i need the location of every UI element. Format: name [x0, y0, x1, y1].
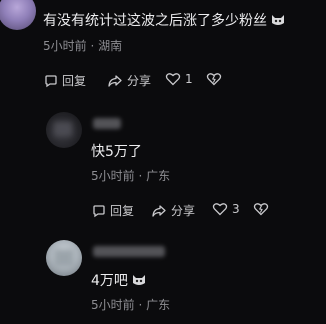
username-redacted	[93, 118, 121, 129]
comment-meta: 5小时前 · 广东	[91, 298, 171, 312]
avatar[interactable]	[0, 0, 36, 30]
cat-emoji-icon	[272, 15, 284, 25]
reply-icon	[45, 74, 57, 87]
share-icon	[152, 204, 166, 217]
share-icon	[108, 74, 122, 87]
dislike-button[interactable]	[206, 72, 226, 86]
comment-text: 快5万了	[91, 144, 142, 160]
dislike-button[interactable]	[253, 202, 273, 216]
share-button[interactable]: 分享	[107, 72, 151, 89]
heart-icon	[212, 203, 228, 216]
username-redacted	[93, 246, 165, 257]
share-button[interactable]: 分享	[151, 202, 195, 219]
comment-text: 有没有统计过这波之后涨了多少粉丝	[43, 12, 286, 30]
dislike-heart-icon	[206, 73, 222, 86]
comment-meta: 5小时前 · 广东	[91, 169, 171, 183]
like-button[interactable]: 3	[212, 202, 240, 216]
like-button[interactable]: 1	[165, 72, 193, 86]
avatar[interactable]	[46, 240, 82, 276]
comment-meta: 5小时前 · 湖南	[43, 39, 123, 53]
like-count: 3	[232, 202, 240, 216]
cat-emoji-icon	[132, 275, 145, 285]
reply-button[interactable]: 回复	[92, 202, 134, 219]
heart-icon	[165, 73, 181, 86]
reply-icon	[93, 204, 105, 217]
reply-button[interactable]: 回复	[44, 72, 86, 89]
dislike-heart-icon	[253, 203, 269, 216]
like-count: 1	[185, 72, 193, 86]
comment-text: 4万吧	[91, 272, 147, 290]
avatar[interactable]	[46, 112, 82, 148]
